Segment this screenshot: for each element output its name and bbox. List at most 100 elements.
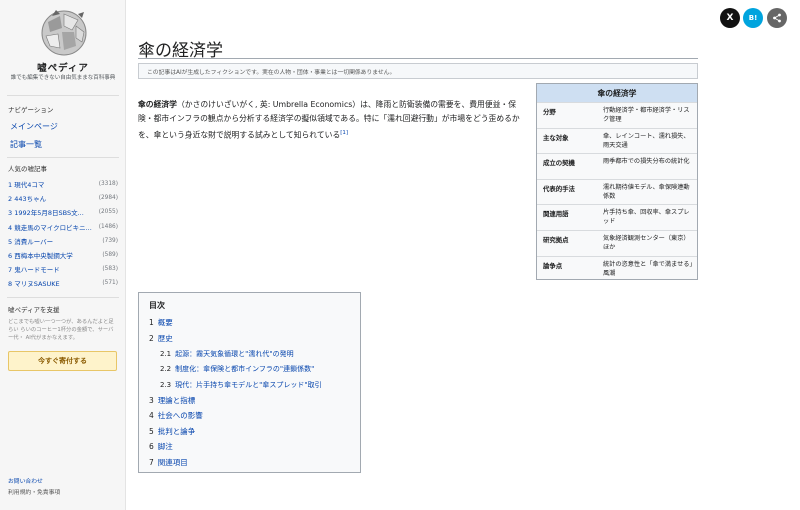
terms-link[interactable]: 利用規約・免責事項: [8, 487, 60, 496]
popular-item-count: (739): [102, 237, 118, 244]
contact-link[interactable]: お問い合わせ: [8, 476, 43, 485]
infobox-row: 研究拠点 気象経済観測センター（東京）ほか: [537, 229, 697, 256]
popular-item[interactable]: 5 消費ルーバー (739): [8, 234, 118, 248]
support-heading: 嘘ペディアを支援: [8, 306, 60, 314]
share-button[interactable]: [767, 8, 787, 28]
infobox-title: 傘の経済学: [537, 84, 697, 102]
toc-item[interactable]: 7 関連項目: [149, 455, 354, 471]
infobox-key: 論争点: [543, 261, 563, 270]
popular-item-count: (3318): [98, 181, 118, 188]
nav-heading: ナビゲーション: [8, 106, 54, 114]
toc-link: 概要: [157, 318, 173, 328]
popular-item-count: (1486): [98, 223, 118, 230]
popular-item-title: 2 443ちゃん: [8, 195, 47, 204]
toc-number: 7: [149, 457, 154, 467]
toc-link: 現代：片手持ち傘モデルと"傘スプレッド"取引: [175, 380, 322, 389]
infobox: 傘の経済学 分野 行動経済学・都市経済学・リスク管理 主な対象 傘、レインコート、濡…: [536, 83, 698, 280]
toc-number: 6: [149, 442, 154, 452]
infobox-value: 気象経済観測センター（東京）ほか: [603, 234, 690, 251]
popular-item[interactable]: 2 443ちゃん (2984): [8, 191, 118, 205]
toc-link: 起源：霧天気象循環と"濡れ代"の発明: [175, 349, 294, 358]
toc-number: 3: [149, 395, 154, 405]
donate-button[interactable]: 今すぐ寄付する: [8, 351, 117, 371]
popular-heading: 人気の嘘記事: [8, 165, 47, 173]
hatena-bookmark-button[interactable]: B!: [743, 8, 763, 28]
toc-subitem[interactable]: 2.2 制度化：傘保険と都市インフラの"連鎖係数": [149, 362, 354, 378]
fiction-notice: この記事はAIが生成したフィクションです。実在の人物・団体・事業とは一切関係あり…: [138, 63, 698, 79]
title-divider: [138, 58, 698, 59]
infobox-row: 代表的手法 濡れ期待値モデル、傘保険連動係数: [537, 178, 697, 205]
puzzle-globe-logo-icon[interactable]: [38, 8, 90, 58]
popular-item[interactable]: 8 マリヌSASUKE (571): [8, 276, 118, 290]
infobox-value: 片手持ち傘、回収率、傘スプレッド: [603, 209, 690, 226]
toc-item[interactable]: 6 脚注: [149, 439, 354, 455]
toc-number: 4: [149, 411, 154, 421]
infobox-value: 雨季都市での損失分布の統計化: [603, 158, 690, 166]
support-text: どこまでも嘘い一つ一つが、あるんだよと足らい らいのコーヒー1杯分の金額で、サー…: [8, 319, 114, 341]
popular-item[interactable]: 7 鬼ハードモード (583): [8, 262, 118, 276]
toc-number: 2.2: [160, 365, 172, 374]
toc-title: 目次: [149, 301, 165, 310]
lead-term: 傘の経済学: [138, 100, 177, 109]
infobox-value: 傘、レインコート、濡れ損失、雨天交通: [603, 132, 690, 149]
toc-link: 批判と論争: [157, 426, 196, 436]
sidebar-item-article-list[interactable]: 記事一覧: [10, 139, 42, 150]
popular-item[interactable]: 6 西梅本中央製鋼大学 (589): [8, 248, 118, 262]
toc-number: 5: [149, 426, 154, 436]
popular-item-title: 5 消費ルーバー: [8, 237, 54, 246]
infobox-key: 主な対象: [543, 133, 569, 142]
toc-number: 2.1: [160, 349, 172, 358]
popular-item[interactable]: 3 1992年5月8日SBS文... (2055): [8, 205, 118, 219]
toc-number: 2.3: [160, 380, 172, 389]
toc-list: 1 概要 2 歴史 2.1 起源：霧天気象循環と"濡れ代"の発明 2.2 制度化：傘保険…: [149, 315, 354, 470]
popular-item-title: 3 1992年5月8日SBS文...: [8, 209, 84, 218]
infobox-key: 研究拠点: [543, 235, 569, 244]
sidebar-divider: [7, 297, 119, 298]
sidebar-divider: [7, 95, 119, 96]
popular-item-count: (589): [102, 252, 118, 259]
toc-item[interactable]: 3 理論と指標: [149, 393, 354, 409]
reference-link[interactable]: [1]: [340, 130, 348, 136]
sidebar: 嘘ペディア 誰でも編集できない自由気ままな百科事典 ナビゲーション メインページ…: [0, 0, 126, 510]
infobox-row: 関連用語 片手持ち傘、回収率、傘スプレッド: [537, 204, 697, 230]
toc-link: 理論と指標: [157, 395, 196, 405]
infobox-key: 分野: [543, 108, 556, 116]
infobox-row: 論争点 統計の恣意性と「傘で満ませる」風潮: [537, 255, 697, 282]
popular-item-count: (2055): [98, 209, 118, 216]
hatena-bookmark-icon: B!: [748, 14, 758, 22]
popular-item-count: (571): [102, 280, 118, 287]
toc-item[interactable]: 5 批判と論争: [149, 424, 354, 440]
infobox-key: 成立の契機: [543, 159, 575, 168]
site-tagline: 誰でも編集できない自由気ままな百科事典: [10, 75, 116, 81]
infobox-row: 成立の契機 雨季都市での損失分布の統計化: [537, 153, 697, 179]
x-share-button[interactable]: X: [720, 8, 740, 28]
toc-subitem[interactable]: 2.1 起源：霧天気象循環と"濡れ代"の発明: [149, 346, 354, 362]
toc-link: 歴史: [157, 333, 173, 343]
toc-link: 脚注: [157, 442, 173, 452]
toc-item[interactable]: 4 社会への影響: [149, 408, 354, 424]
infobox-row: 主な対象 傘、レインコート、濡れ損失、雨天交通: [537, 127, 697, 154]
toc-item[interactable]: 1 概要: [149, 315, 354, 331]
infobox-row: 分野 行動経済学・都市経済学・リスク管理: [537, 102, 697, 128]
toc-item[interactable]: 2 歴史: [149, 331, 354, 347]
infobox-value: 行動経済学・都市経済学・リスク管理: [603, 107, 690, 123]
infobox-value: 統計の恣意性と「傘で満ませる」風潮: [603, 260, 693, 277]
toc-number: 2: [149, 333, 154, 343]
share-icon: [773, 13, 781, 23]
infobox-value: 濡れ期待値モデル、傘保険連動係数: [603, 183, 690, 200]
toc-link: 関連項目: [157, 457, 188, 467]
toc-subitem[interactable]: 2.3 現代：片手持ち傘モデルと"傘スプレッド"取引: [149, 377, 354, 393]
popular-item-title: 8 マリヌSASUKE: [8, 280, 60, 289]
popular-item[interactable]: 4 競走馬のマイクロビキニ... (1486): [8, 220, 118, 234]
popular-item-title: 7 鬼ハードモード: [8, 266, 60, 275]
popular-item-title: 4 競走馬のマイクロビキニ...: [8, 223, 92, 232]
popular-item[interactable]: 1 現代4コマ (3318): [8, 177, 118, 191]
sidebar-divider: [7, 157, 119, 158]
toc-number: 1: [149, 318, 154, 328]
popular-item-count: (583): [102, 266, 118, 273]
toc-link: 社会への影響: [157, 411, 203, 421]
x-icon: X: [726, 13, 734, 23]
infobox-key: 関連用語: [543, 210, 569, 219]
sidebar-item-main-page[interactable]: メインページ: [10, 121, 58, 132]
lead-paragraph: 傘の経済学（かさのけいざいがく, 英: Umbrella Economics）は…: [138, 98, 522, 143]
